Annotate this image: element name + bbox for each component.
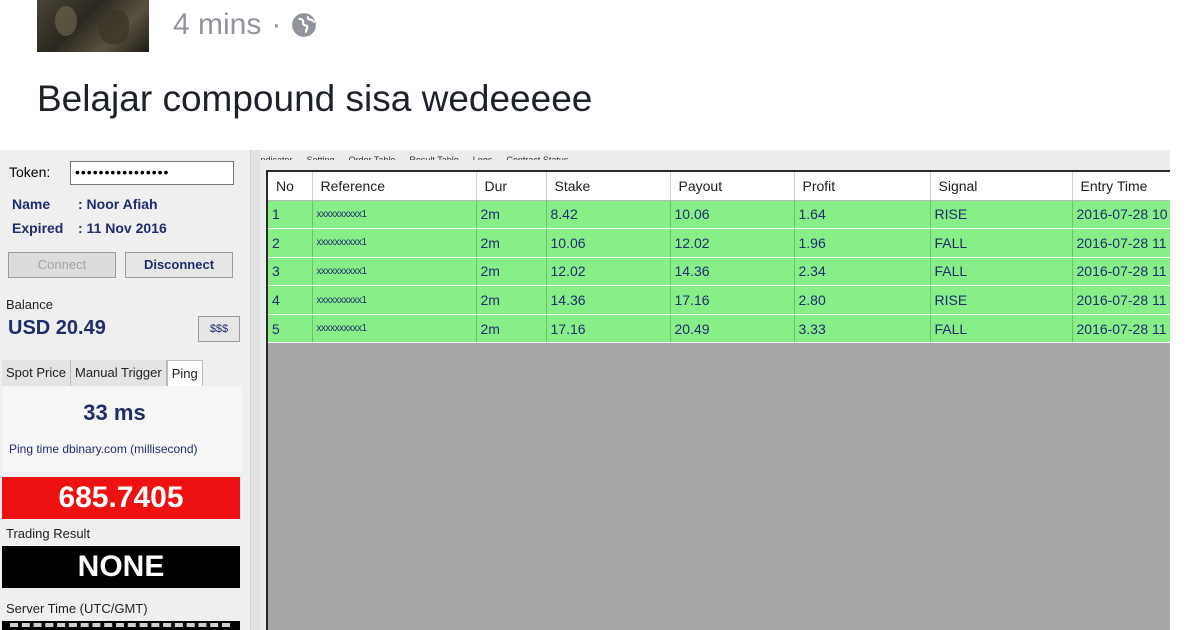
token-label: Token: [9, 164, 51, 180]
post-text: Belajar compound sisa wedeeeee [37, 78, 593, 119]
table-cell: 20.49 [670, 314, 795, 344]
table-cell: 3 [268, 257, 313, 287]
column-header[interactable]: No [268, 172, 313, 201]
table-cell: 1 [268, 200, 313, 230]
table-cell: xxxxxxxxxx1 [312, 314, 477, 344]
table-cell: 2016-07-28 11 [1072, 228, 1170, 258]
table-cell: 2016-07-28 11 [1072, 314, 1170, 344]
balance-button[interactable]: $$$ [198, 316, 240, 342]
top-tab[interactable]: Contract Status [506, 156, 568, 161]
table-cell: 2m [476, 314, 547, 344]
table-row[interactable]: 5 xxxxxxxxxx1 2m 17.16 20.49 3.33 FALL 2016-07-… [268, 314, 1170, 344]
top-tab[interactable]: Logs [473, 156, 493, 161]
table-cell: 2 [268, 228, 313, 258]
tab-ping[interactable]: Ping [166, 360, 203, 386]
table-row[interactable]: 3 xxxxxxxxxx1 2m 12.02 14.36 2.34 FALL 2016-07-… [268, 257, 1170, 287]
result-table: No Reference Dur Stake Payout Profit Signal Ent… [268, 172, 1170, 344]
table-cell: FALL [930, 314, 1073, 344]
table-cell: 2m [476, 257, 547, 287]
top-tab[interactable]: Order Table [349, 156, 396, 161]
table-cell: xxxxxxxxxx1 [312, 257, 477, 287]
table-cell: 8.42 [546, 200, 671, 230]
table-cell: 1.64 [794, 200, 931, 230]
name-value: : Noor Afiah [78, 196, 158, 212]
trading-result-label: Trading Result [6, 526, 91, 541]
panel-splitter[interactable] [250, 150, 260, 630]
table-cell: 2m [476, 200, 547, 230]
ping-panel: 33 ms Ping time dbinary.com (millisecond… [2, 386, 242, 472]
table-row[interactable]: 1 xxxxxxxxxx1 2m 8.42 10.06 1.64 RISE 2016-07-2… [268, 200, 1170, 230]
table-row[interactable]: 4 xxxxxxxxxx1 2m 14.36 17.16 2.80 RISE 2016-07-… [268, 285, 1170, 315]
table-cell: xxxxxxxxxx1 [312, 228, 477, 258]
table-cell: 2m [476, 285, 547, 315]
table-cell: 12.02 [670, 228, 795, 258]
top-tab[interactable]: Setting [307, 156, 335, 161]
right-margin [1170, 150, 1200, 630]
tab-manual-trigger[interactable]: Manual Trigger [70, 360, 167, 386]
name-label: Name [12, 196, 51, 212]
table-header: No Reference Dur Stake Payout Profit Signal Ent… [268, 172, 1170, 201]
table-cell: 3.33 [794, 314, 931, 344]
table-cell: 5 [268, 314, 313, 344]
table-cell: 2016-07-28 11 [1072, 285, 1170, 315]
post-meta: 4 mins · [173, 8, 317, 42]
column-header[interactable]: Entry Time [1072, 172, 1170, 201]
column-header[interactable]: Signal [930, 172, 1073, 201]
ping-value: 33 ms [83, 400, 146, 425]
expired-value: : 11 Nov 2016 [78, 220, 167, 236]
trading-result-display: NONE [2, 546, 240, 588]
table-cell: FALL [930, 257, 1073, 287]
app-screenshot: Indicator Setting Order Table Result Table L… [0, 150, 1170, 630]
globe-icon[interactable] [291, 12, 317, 38]
facebook-post: 4 mins · Belajar compound sisa wedeeeee … [0, 0, 1200, 630]
ping-description: Ping time dbinary.com (millisecond) [9, 442, 198, 456]
balance-value: USD 20.49 [8, 317, 106, 339]
table-cell: 14.36 [670, 257, 795, 287]
table-cell: xxxxxxxxxx1 [312, 285, 477, 315]
table-cell: 10.06 [546, 228, 671, 258]
expired-label: Expired [12, 220, 64, 236]
meta-separator: · [271, 8, 282, 41]
balance-label: Balance [6, 297, 53, 312]
server-time-label: Server Time (UTC/GMT) [6, 601, 148, 616]
column-header[interactable]: Reference [312, 172, 477, 201]
post-time[interactable]: 4 mins [173, 8, 261, 42]
avatar[interactable] [37, 0, 149, 52]
table-cell: 2016-07-28 10 [1072, 200, 1170, 230]
spot-price-display: 685.7405 [2, 477, 240, 519]
table-cell: 10.06 [670, 200, 795, 230]
column-header[interactable]: Profit [794, 172, 931, 201]
column-header[interactable]: Payout [670, 172, 795, 201]
table-cell: 2.34 [794, 257, 931, 287]
tab-spot-price[interactable]: Spot Price [2, 360, 71, 386]
token-input[interactable]: •••••••••••••••• [70, 161, 234, 185]
server-time-display [2, 621, 240, 630]
table-cell: RISE [930, 200, 1073, 230]
table-cell: 12.02 [546, 257, 671, 287]
top-tabs: Indicator Setting Order Table Result Table L… [258, 150, 738, 161]
table-cell: 14.36 [546, 285, 671, 315]
table-cell: 2m [476, 228, 547, 258]
top-tab[interactable]: Result Table [409, 156, 458, 161]
column-header[interactable]: Stake [546, 172, 671, 201]
left-panel: Token: •••••••••••••••• Name : Noor Afia… [0, 150, 250, 630]
table-cell: 17.16 [670, 285, 795, 315]
disconnect-button[interactable]: Disconnect [125, 252, 233, 278]
connect-button[interactable]: Connect [8, 252, 116, 278]
table-cell: 4 [268, 285, 313, 315]
table-cell: RISE [930, 285, 1073, 315]
column-header[interactable]: Dur [476, 172, 547, 201]
table-cell: 17.16 [546, 314, 671, 344]
table-cell: 2.80 [794, 285, 931, 315]
table-row[interactable]: 2 xxxxxxxxxx1 2m 10.06 12.02 1.96 FALL 2016-07-… [268, 228, 1170, 258]
table-cell: FALL [930, 228, 1073, 258]
table-cell: xxxxxxxxxx1 [312, 200, 477, 230]
table-cell: 2016-07-28 11 [1072, 257, 1170, 287]
table-cell: 1.96 [794, 228, 931, 258]
top-tab[interactable]: Indicator [258, 156, 293, 161]
side-tabs: Spot Price Manual Trigger Ping [2, 360, 203, 386]
